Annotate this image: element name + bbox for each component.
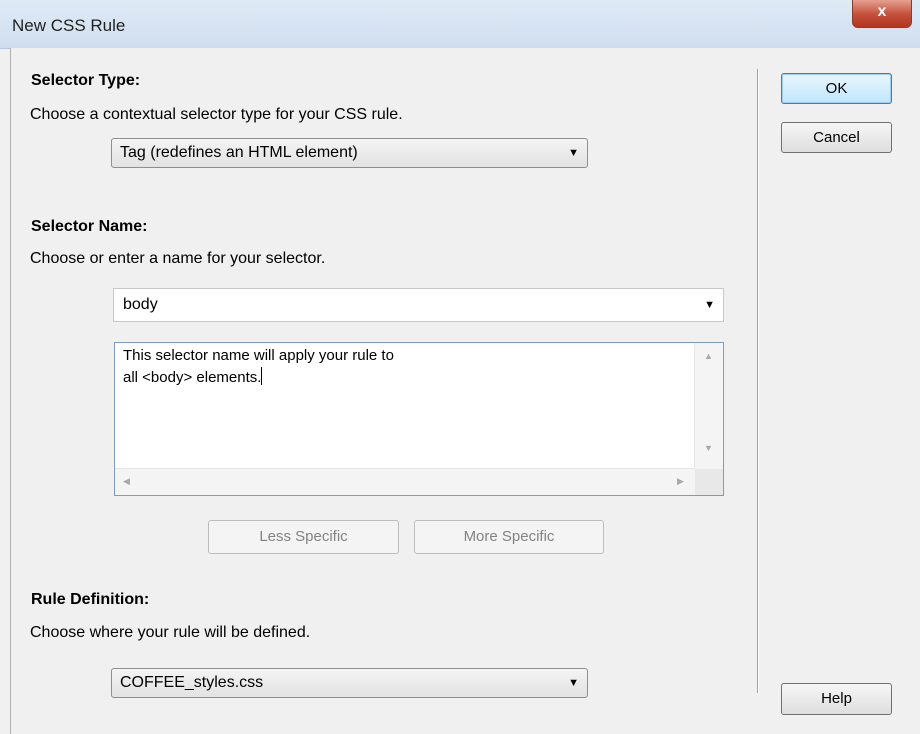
- button-divider: [757, 69, 759, 693]
- scroll-right-icon[interactable]: ▶: [677, 476, 684, 487]
- selector-name-input[interactable]: body ▼: [113, 288, 724, 322]
- description-line-2: all <body> elements.: [123, 369, 262, 386]
- description-line-1: This selector name will apply your rule …: [123, 347, 394, 364]
- ok-button[interactable]: OK: [781, 73, 892, 104]
- title-bar: New CSS Rule x: [0, 0, 920, 49]
- rule-definition-dropdown[interactable]: COFFEE_styles.css ▼: [111, 668, 588, 698]
- selector-type-value: Tag (redefines an HTML element): [120, 144, 358, 161]
- cancel-button[interactable]: Cancel: [781, 122, 892, 153]
- horizontal-scrollbar[interactable]: ◀ ▶: [115, 468, 695, 495]
- selector-type-heading: Selector Type:: [31, 72, 141, 89]
- close-button[interactable]: x: [852, 0, 912, 28]
- scrollbar-corner: [695, 469, 723, 495]
- less-specific-button[interactable]: Less Specific: [208, 520, 399, 554]
- help-button[interactable]: Help: [781, 683, 892, 715]
- selector-name-heading: Selector Name:: [31, 218, 148, 235]
- rule-definition-heading: Rule Definition:: [31, 591, 150, 608]
- window-title: New CSS Rule: [12, 16, 126, 35]
- chevron-down-icon: ▼: [568, 677, 579, 689]
- chevron-down-icon[interactable]: ▼: [704, 289, 715, 321]
- text-caret: [261, 367, 263, 385]
- selector-description-text: This selector name will apply your rule …: [123, 345, 394, 389]
- selector-name-description: Choose or enter a name for your selector…: [30, 250, 326, 267]
- more-specific-button[interactable]: More Specific: [414, 520, 604, 554]
- scroll-left-icon[interactable]: ◀: [123, 476, 130, 487]
- rule-definition-value: COFFEE_styles.css: [120, 674, 264, 691]
- scroll-down-icon[interactable]: ▼: [704, 443, 713, 453]
- selector-type-description: Choose a contextual selector type for yo…: [30, 106, 403, 123]
- selector-type-dropdown[interactable]: Tag (redefines an HTML element) ▼: [111, 138, 588, 168]
- close-icon: x: [877, 3, 887, 20]
- chevron-down-icon: ▼: [568, 147, 579, 159]
- selector-name-value: body: [123, 296, 158, 313]
- scroll-up-icon[interactable]: ▲: [704, 351, 713, 361]
- selector-description-box[interactable]: This selector name will apply your rule …: [114, 342, 724, 496]
- rule-definition-description: Choose where your rule will be defined.: [30, 624, 311, 641]
- vertical-scrollbar[interactable]: ▲ ▼: [694, 343, 723, 469]
